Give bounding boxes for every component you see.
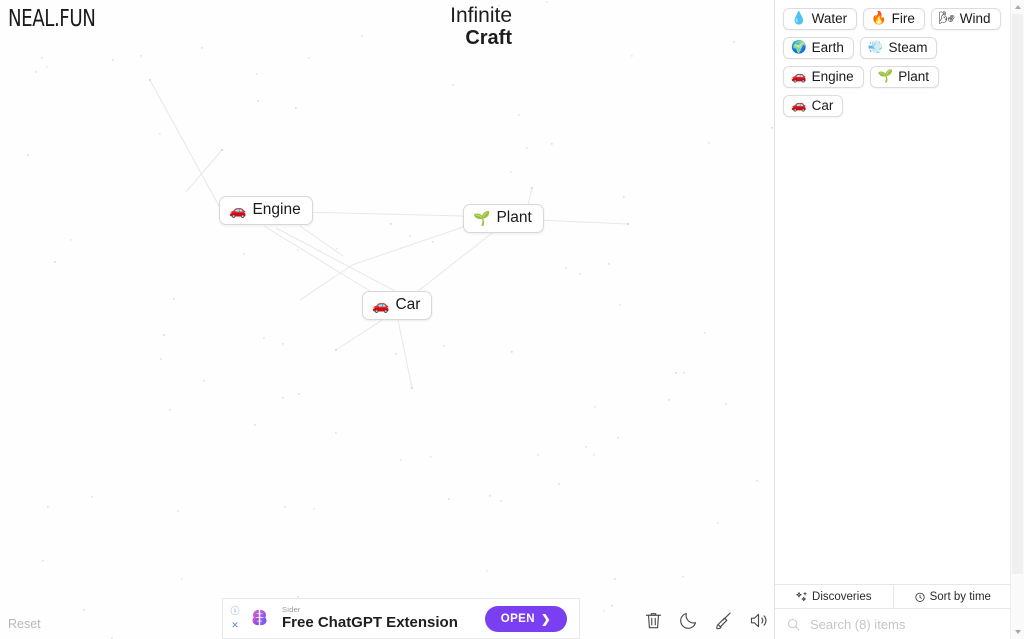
search-input[interactable]: [808, 615, 1001, 633]
canvas-node-car[interactable]: 🚗 Car: [362, 291, 433, 320]
car-icon: 🚗: [791, 98, 807, 113]
game-title: Infinite Craft: [450, 4, 512, 49]
reset-button[interactable]: Reset: [8, 617, 41, 631]
sidebar-footer-tabs: Discoveries Sort by time: [775, 584, 1010, 609]
ad-banner[interactable]: ⓘ ✕ Sider Free ChatGPT Extension OPEN ❯: [222, 598, 580, 639]
moon-icon[interactable]: [678, 610, 699, 631]
game-title-line2: Craft: [465, 26, 512, 49]
sound-icon[interactable]: [748, 610, 769, 631]
broom-icon[interactable]: [713, 610, 734, 631]
element-chip-water[interactable]: 💧 Water: [783, 8, 858, 30]
element-chip-fire[interactable]: 🔥 Fire: [863, 8, 925, 30]
chevron-right-icon: ❯: [540, 613, 551, 626]
sparkle-icon: [796, 591, 807, 601]
canvas-tools: [643, 610, 769, 631]
element-chip-label: Fire: [891, 11, 915, 26]
canvas-node-label: Plant: [496, 209, 532, 226]
element-chip-label: Wind: [959, 11, 991, 26]
infinite-craft-app: NEAL.FUN Infinite Craft 🚗 Engine 🌱 Plant 🚗 Ca…: [0, 0, 1024, 639]
element-chip-wind[interactable]: 🌬 Wind: [930, 8, 1001, 30]
ad-headline: Free ChatGPT Extension: [282, 613, 458, 631]
canvas-node-engine[interactable]: 🚗 Engine: [219, 196, 313, 225]
canvas-node-label: Car: [395, 296, 421, 313]
element-chip-earth[interactable]: 🌍 Earth: [783, 37, 854, 59]
ad-info-icon[interactable]: ⓘ: [230, 607, 239, 616]
ad-open-button[interactable]: OPEN ❯: [484, 605, 567, 632]
plant-icon: 🌱: [877, 69, 894, 84]
search-icon: [787, 618, 800, 630]
engine-icon: 🚗: [791, 69, 807, 84]
canvas-node-label: Engine: [252, 201, 301, 218]
clock-icon: [914, 592, 925, 602]
sidebar-footer: Discoveries Sort by time: [775, 584, 1010, 639]
ad-meta-controls: ⓘ ✕: [223, 599, 244, 638]
tab-sort-by-time[interactable]: Sort by time: [892, 585, 1010, 608]
element-chip-label: Steam: [888, 40, 928, 55]
sider-brain-logo: [252, 609, 267, 626]
ad-cta-label: OPEN: [500, 612, 535, 625]
element-list: 💧 Water 🔥 Fire 🌬 Wind 🌍 Earth 💨 Steam 🚗 Engine 🌱 Plan…: [775, 0, 1010, 565]
ad-close-icon[interactable]: ✕: [231, 621, 239, 630]
page-scrollbar[interactable]: [1010, 0, 1024, 639]
game-title-line1: Infinite: [450, 4, 512, 27]
trash-icon[interactable]: [643, 610, 664, 631]
scroll-down-arrow[interactable]: [1011, 625, 1024, 639]
steam-icon: 💨: [867, 40, 884, 55]
element-chip-label: Water: [811, 11, 848, 26]
element-chip-label: Engine: [811, 69, 854, 84]
ad-text: Sider Free ChatGPT Extension: [282, 604, 458, 632]
element-chip-label: Earth: [811, 40, 844, 55]
element-chip-label: Plant: [898, 69, 929, 84]
element-chip-car[interactable]: 🚗 Car: [783, 95, 844, 117]
tab-sort-label: Sort by time: [929, 590, 991, 603]
element-chip-steam[interactable]: 💨 Steam: [859, 37, 938, 59]
plant-icon: 🌱: [473, 210, 491, 226]
tab-discoveries[interactable]: Discoveries: [775, 585, 893, 608]
fire-icon: 🔥: [871, 11, 887, 26]
earth-icon: 🌍: [791, 40, 807, 55]
element-chip-label: Car: [811, 98, 834, 113]
canvas-node-plant[interactable]: 🌱 Plant: [463, 204, 544, 233]
element-chip-engine[interactable]: 🚗 Engine: [783, 66, 864, 88]
scroll-up-arrow[interactable]: [1011, 0, 1024, 14]
scrollbar-thumb[interactable]: [1012, 14, 1023, 574]
elements-sidebar: 💧 Water 🔥 Fire 🌬 Wind 🌍 Earth 💨 Steam 🚗 Engine 🌱 Plan…: [774, 0, 1010, 639]
crafting-canvas[interactable]: NEAL.FUN Infinite Craft 🚗 Engine 🌱 Plant 🚗 Ca…: [0, 0, 774, 639]
tab-discoveries-label: Discoveries: [812, 590, 872, 603]
element-chip-plant[interactable]: 🌱 Plant: [869, 66, 939, 88]
ad-brand-label: Sider: [282, 604, 301, 614]
wind-icon: 🌬: [938, 11, 955, 26]
car-icon: 🚗: [372, 297, 390, 313]
engine-icon: 🚗: [229, 202, 247, 218]
neal-fun-logo[interactable]: NEAL.FUN: [8, 6, 96, 32]
water-icon: 💧: [791, 11, 807, 26]
search-row: [775, 609, 1010, 639]
